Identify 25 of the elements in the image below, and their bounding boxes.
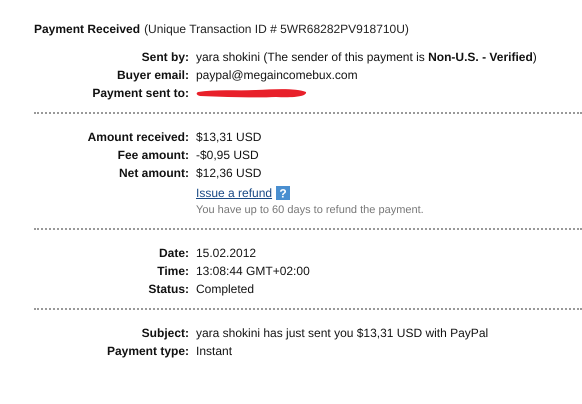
field-label: Payment sent to: <box>91 86 189 100</box>
field-value: 13:08:44 GMT+02:00 <box>196 264 311 278</box>
transaction-id: (Unique Transaction ID # 5WR68282PV918710U) <box>144 22 409 36</box>
payment-title: Payment Received <box>34 22 140 36</box>
field-label: Subject: <box>140 326 189 340</box>
field-value: paypal@megaincomebux.com <box>196 68 359 82</box>
field-value: yara shokini has just sent you $13,31 USD with PayPal <box>196 326 490 340</box>
field-label: Payment type: <box>106 344 189 358</box>
field-value: Completed <box>196 282 256 296</box>
refund-link[interactable]: Issue a refund <box>196 186 272 200</box>
field-label: Status: <box>147 282 189 296</box>
field-value: Instant <box>196 344 234 358</box>
field-label: Time: <box>156 264 189 278</box>
field-value: yara shokini (The sender of this payment is Non-U.S. - Verified) <box>196 50 538 64</box>
field-label: Date: <box>158 246 189 260</box>
refund-note: You have up to 60 days to refund the payment. <box>196 204 425 216</box>
field-label: Net amount: <box>118 166 189 180</box>
field-value: 15.02.2012 <box>196 246 258 260</box>
field-label: Fee amount: <box>116 148 189 162</box>
field-label: Buyer email: <box>116 68 189 82</box>
field-value: $12,36 USD <box>196 166 262 180</box>
field-label: Sent by: <box>140 50 189 64</box>
field-value: $13,31 USD <box>196 130 262 144</box>
field-label: Amount received: <box>86 130 189 144</box>
field-value: -$0,95 USD <box>196 148 260 162</box>
